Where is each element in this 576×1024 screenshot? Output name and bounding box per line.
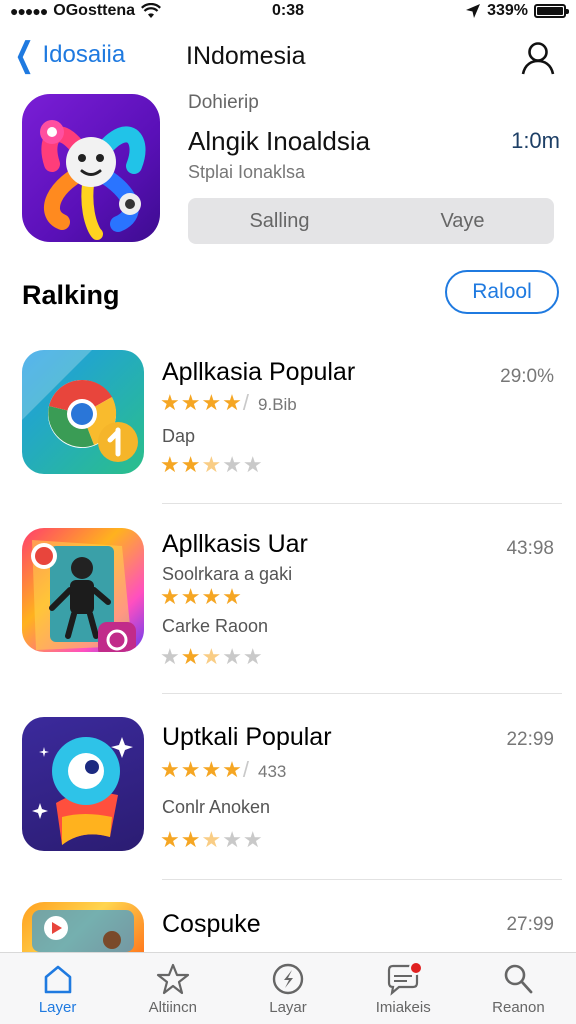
tab-label: Imiakeis <box>375 999 431 1016</box>
home-icon <box>44 965 71 994</box>
chevron-left-icon: ❮ <box>14 36 35 74</box>
music-app-icon <box>22 717 144 851</box>
rating-stars: ★★★★/9.Bib <box>160 390 297 415</box>
tab-layar[interactable]: Layar <box>230 953 345 1024</box>
tab-imiakeis[interactable]: Imiakeis <box>346 953 461 1024</box>
notification-badge <box>408 961 423 975</box>
search-icon <box>505 964 533 994</box>
mascot-icon <box>40 120 146 240</box>
page-title: INdomesia <box>186 42 306 70</box>
list-item[interactable]: Uptkali Popular 22:99 ★★★★/433 Conlr Ano… <box>0 717 576 880</box>
rating-count: 433 <box>258 762 287 781</box>
app-subtitle-top: Soolrkara a gaki <box>162 564 293 584</box>
featured-developer: Stplai Ionaklsa <box>188 162 306 182</box>
tab-layer[interactable]: Layer <box>0 953 115 1024</box>
rating-stars-secondary: ★★★★★ <box>160 827 264 852</box>
rating-count: 9.Bib <box>258 395 297 414</box>
list-item[interactable]: Apllkasis Uar 43:98 Soolrkara a gaki ★★★… <box>0 528 576 694</box>
rating-stars-secondary: ★★★★★ <box>160 452 264 477</box>
app-name: Cospuke <box>162 910 261 938</box>
app-subtitle: Conlr Anoken <box>162 797 271 817</box>
status-bar: ●●●●● OGosttena 0:38 339% <box>0 0 576 22</box>
rating-stars: ★★★★/433 <box>160 757 287 782</box>
app-price: 43:98 <box>506 538 554 559</box>
battery-icon <box>534 4 569 18</box>
app-name: Apllkasis Uar <box>162 530 308 558</box>
profile-icon[interactable] <box>520 40 556 76</box>
tab-reanon[interactable]: Reanon <box>461 953 576 1024</box>
reload-button[interactable]: Ralool <box>445 270 559 314</box>
section-title: Ralking <box>22 280 120 310</box>
featured-category: Dohierip <box>188 92 259 113</box>
app-subtitle: Dap <box>162 426 196 446</box>
app-price: 27:99 <box>506 914 554 935</box>
divider <box>162 503 562 504</box>
star-icon <box>156 963 189 995</box>
list-item[interactable]: Cospuke 27:99 <box>0 902 576 952</box>
photo-app-icon <box>22 528 144 652</box>
status-time: 0:38 <box>271 2 305 19</box>
app-name: Apllkasia Popular <box>162 358 356 386</box>
app-price: 29:0% <box>500 366 554 387</box>
nav-bar: ❮ Idosaiia INdomesia <box>0 30 576 86</box>
divider <box>162 879 562 880</box>
rating-stars: ★★★★ <box>160 584 243 609</box>
featured-title: Alngik Inoaldsia <box>188 126 371 156</box>
back-label: Idosaiia <box>42 41 126 68</box>
segmented-control: Salling Vaye <box>188 198 554 244</box>
app-name: Uptkali Popular <box>162 723 332 751</box>
tab-label: Reanon <box>492 999 545 1016</box>
back-button[interactable]: ❮ Idosaiia <box>10 38 125 72</box>
rating-stars-secondary: ★★★★★ <box>160 644 264 669</box>
app-subtitle: Carke Raoon <box>162 616 269 636</box>
compass-icon <box>272 963 304 995</box>
segment-value[interactable]: Vaye <box>371 210 554 233</box>
tab-label: Layer <box>38 999 77 1016</box>
list-item[interactable]: Apllkasia Popular 29:0% ★★★★/9.Bib Dap ★… <box>0 350 576 504</box>
featured-size: 1:0m <box>511 128 560 153</box>
tab-label: Altiincn <box>148 999 197 1016</box>
featured-app-icon[interactable] <box>22 94 160 242</box>
video-app-icon <box>22 902 144 952</box>
segment-selling[interactable]: Salling <box>188 210 371 233</box>
browser-app-icon <box>22 350 144 474</box>
divider <box>162 693 562 694</box>
tab-altiincn[interactable]: Altiincn <box>115 953 230 1024</box>
app-price: 22:99 <box>506 729 554 750</box>
tab-label: Layar <box>269 999 307 1016</box>
tab-bar: Layer Altiincn Layar Imiakeis Reanon <box>0 952 576 1024</box>
